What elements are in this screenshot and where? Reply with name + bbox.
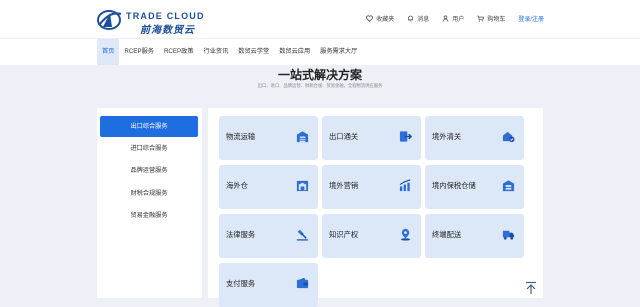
top-links: 收藏夹 消息 用户 购物车 登录/注册 xyxy=(366,14,544,23)
service-card-overseas-clearance[interactable]: 境外清关 xyxy=(425,116,524,160)
user-link[interactable]: 用户 xyxy=(442,14,464,23)
bell-icon xyxy=(408,15,414,22)
sidebar-item-finance[interactable]: 贸易金融服务 xyxy=(100,205,198,226)
sidebar-item-tax[interactable]: 财税合规服务 xyxy=(100,183,198,204)
user-label: 用户 xyxy=(452,17,465,23)
nav-item-applications[interactable]: 数贸云应用 xyxy=(274,39,315,65)
login-register-label: 登录/注册 xyxy=(518,17,544,23)
service-card-logistics[interactable]: 物流运输 xyxy=(219,116,318,160)
location-pin-icon xyxy=(400,228,411,241)
gavel-icon xyxy=(296,229,309,241)
service-label: 境内保税仓储 xyxy=(432,181,476,190)
back-to-top-icon[interactable] xyxy=(525,281,537,295)
service-label: 物流运输 xyxy=(226,132,256,141)
service-label: 境外清关 xyxy=(432,132,462,141)
service-card-overseas-warehouse[interactable]: 海外仓 xyxy=(219,165,318,209)
service-card-payment[interactable]: 支付服务 xyxy=(219,263,318,307)
sidebar-item-export[interactable]: 出口综合服务 xyxy=(100,116,198,137)
nav-item-academy[interactable]: 数贸云学堂 xyxy=(233,39,274,65)
service-label: 海外仓 xyxy=(226,181,248,190)
cart-link[interactable]: 购物车 xyxy=(477,14,505,23)
service-card-legal[interactable]: 法律服务 xyxy=(219,214,318,258)
service-label: 法律服务 xyxy=(226,230,256,239)
nav-item-rcep-policy[interactable]: RCEP政策 xyxy=(159,39,199,65)
warehouse-icon xyxy=(296,131,309,143)
delivery-truck-icon xyxy=(502,230,515,240)
service-card-overseas-marketing[interactable]: 境外营销 xyxy=(322,165,421,209)
nav-item-demand-hall[interactable]: 服务需求大厅 xyxy=(315,39,362,65)
nav-item-home[interactable]: 首页 xyxy=(97,39,120,65)
service-label: 知识产权 xyxy=(329,230,359,239)
service-card-delivery[interactable]: 终端配送 xyxy=(425,214,524,258)
sidebar-item-brand[interactable]: 品牌运营服务 xyxy=(100,160,198,181)
main-nav: 首页 RCEP服务 RCEP政策 行业资讯 数贸云学堂 数贸云应用 服务需求大厅 xyxy=(0,39,640,65)
brand-name-en: TRADE CLOUD xyxy=(126,11,205,21)
export-icon xyxy=(399,131,412,142)
customs-clearance-icon xyxy=(502,131,515,143)
cart-label: 购物车 xyxy=(487,17,506,23)
favorites-link[interactable]: 收藏夹 xyxy=(366,14,394,23)
heart-icon xyxy=(366,15,374,22)
overseas-warehouse-icon xyxy=(296,180,309,192)
service-card-ip[interactable]: 知识产权 xyxy=(322,214,421,258)
service-label: 出口通关 xyxy=(329,132,359,141)
login-register-link[interactable]: 登录/注册 xyxy=(518,14,544,23)
marketing-chart-icon xyxy=(399,179,411,192)
user-icon xyxy=(442,15,449,22)
nav-item-rcep-services[interactable]: RCEP服务 xyxy=(119,39,159,65)
service-label: 支付服务 xyxy=(226,279,256,288)
section-subtitle: 出口、进口、品牌运营、财税合规、贸易金融，全程物流供应服务 xyxy=(257,83,383,88)
wallet-icon xyxy=(296,277,309,289)
service-grid: 物流运输 出口通关 境外清关 海外仓 境外营销 境内保税仓储 法律服务 知识产权… xyxy=(208,108,543,307)
logo[interactable]: TRADE CLOUD 前海数贸云 xyxy=(96,5,216,36)
nav-item-industry-news[interactable]: 行业资讯 xyxy=(199,39,234,65)
section-title: 一站式解决方案 xyxy=(277,68,362,82)
service-card-bonded-storage[interactable]: 境内保税仓储 xyxy=(425,165,524,209)
service-label: 终端配送 xyxy=(432,230,462,239)
messages-label: 消息 xyxy=(417,17,430,23)
bonded-warehouse-icon xyxy=(502,180,515,192)
header: TRADE CLOUD 前海数贸云 收藏夹 消息 用户 购物车 登录/注册 xyxy=(0,0,640,39)
service-card-export-customs[interactable]: 出口通关 xyxy=(322,116,421,160)
solutions-sidebar: 出口综合服务 进口综合服务 品牌运营服务 财税合规服务 贸易金融服务 xyxy=(97,108,202,298)
service-label: 境外营销 xyxy=(329,181,359,190)
cart-icon xyxy=(477,15,485,22)
sidebar-item-import[interactable]: 进口综合服务 xyxy=(100,138,198,159)
logo-icon xyxy=(97,10,122,30)
favorites-label: 收藏夹 xyxy=(376,17,395,23)
messages-link[interactable]: 消息 xyxy=(407,14,429,23)
brand-name-cn: 前海数贸云 xyxy=(140,25,195,36)
section-header: 一站式解决方案 出口、进口、品牌运营、财税合规、贸易金融，全程物流供应服务 xyxy=(0,66,640,108)
